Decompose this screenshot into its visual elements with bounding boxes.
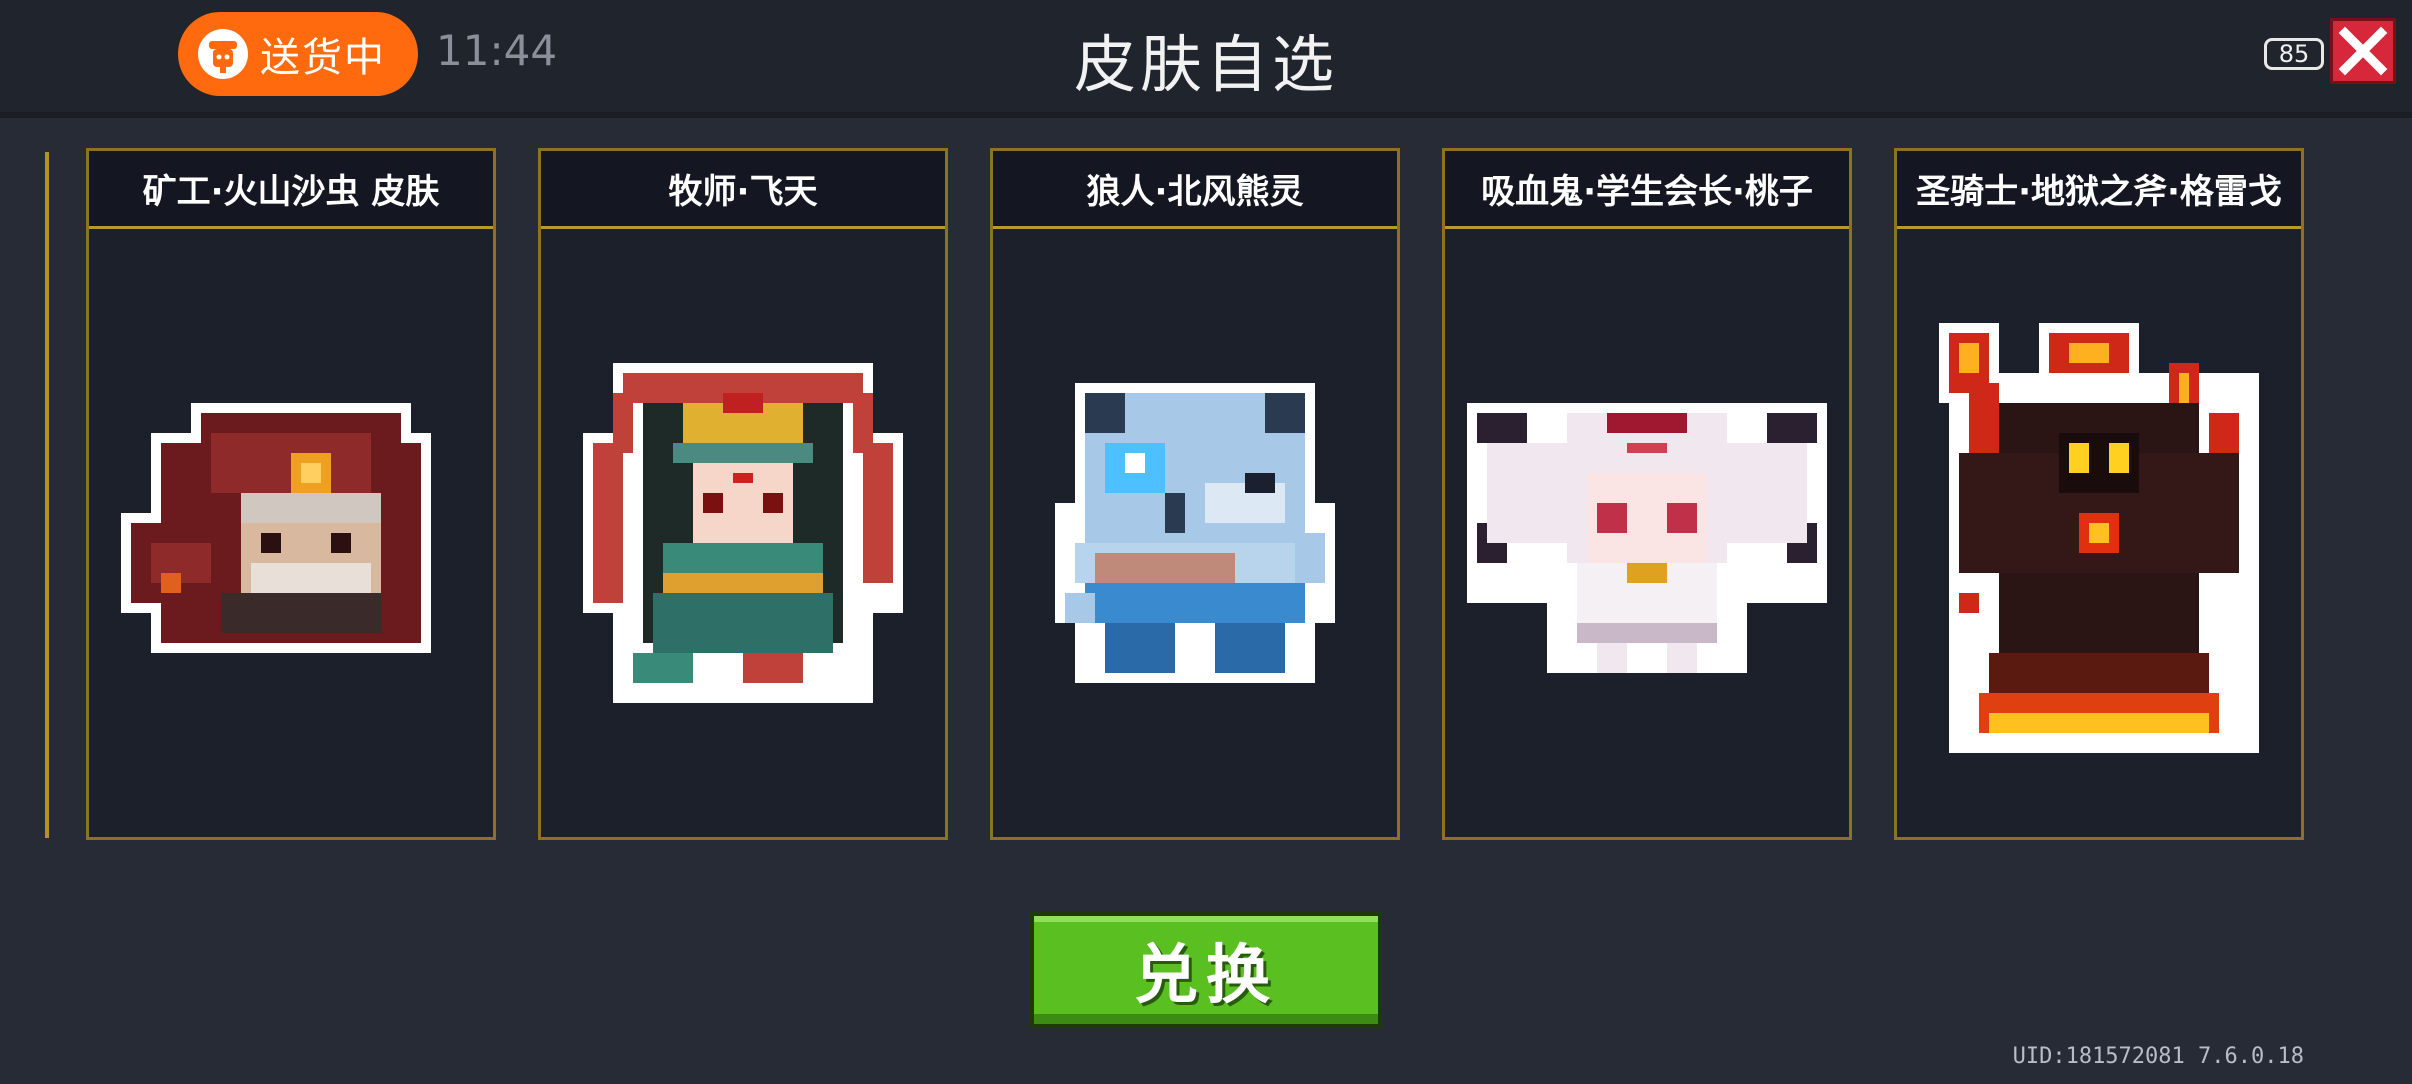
- skin-name: 矿工·火山沙虫 皮肤: [142, 172, 440, 212]
- skin-art: [541, 229, 945, 837]
- uid-version-text: UID:181572081 7.6.0.18: [2012, 1044, 2304, 1069]
- skin-card-priest[interactable]: 牧师·飞天: [538, 148, 948, 840]
- skin-art: [1445, 229, 1849, 837]
- exchange-button[interactable]: 兑换: [1030, 912, 1382, 1028]
- skin-art: [89, 229, 493, 837]
- skin-card-header: 矿工·火山沙虫 皮肤: [89, 151, 493, 229]
- skin-name: 狼人·北风熊灵: [1086, 172, 1304, 212]
- student-president-vampire-sprite: [1467, 403, 1827, 673]
- skin-select-screen: 送货中 11:44 皮肤自选 85 矿工·火山沙虫 皮肤 牧师·飞天 狼人·北风…: [0, 0, 2412, 1084]
- skin-name: 牧师·飞天: [668, 172, 818, 212]
- battery-indicator: 85: [2264, 38, 2324, 70]
- skin-card-header: 牧师·飞天: [541, 151, 945, 229]
- skin-art: [993, 229, 1397, 837]
- page-title: 皮肤自选: [1073, 28, 1338, 101]
- skin-name: 吸血鬼·学生会长·桃子: [1481, 172, 1813, 212]
- skin-card-werewolf[interactable]: 狼人·北风熊灵: [990, 148, 1400, 840]
- hell-axe-paladin-sprite: [1939, 323, 2259, 753]
- skin-card-header: 吸血鬼·学生会长·桃子: [1445, 151, 1849, 229]
- close-button[interactable]: [2330, 18, 2396, 84]
- skin-card-header: 狼人·北风熊灵: [993, 151, 1397, 229]
- volcano-sandworm-miner-sprite: [121, 403, 431, 653]
- north-wind-bear-werewolf-sprite: [1055, 383, 1335, 683]
- skin-art: [1897, 229, 2301, 837]
- top-bar: 送货中 11:44 皮肤自选 85: [0, 0, 2412, 118]
- close-icon: [2338, 26, 2388, 76]
- skin-card-header: 圣骑士·地狱之斧·格雷戈: [1897, 151, 2301, 229]
- exchange-button-label: 兑换: [1134, 939, 1278, 1013]
- skin-name: 圣骑士·地狱之斧·格雷戈: [1916, 172, 2282, 212]
- scroll-edge-divider: [45, 152, 49, 838]
- skin-card-miner[interactable]: 矿工·火山沙虫 皮肤: [86, 148, 496, 840]
- skin-card-vampire[interactable]: 吸血鬼·学生会长·桃子: [1442, 148, 1852, 840]
- feitian-priest-sprite: [583, 363, 903, 703]
- skin-card-paladin[interactable]: 圣骑士·地狱之斧·格雷戈: [1894, 148, 2304, 840]
